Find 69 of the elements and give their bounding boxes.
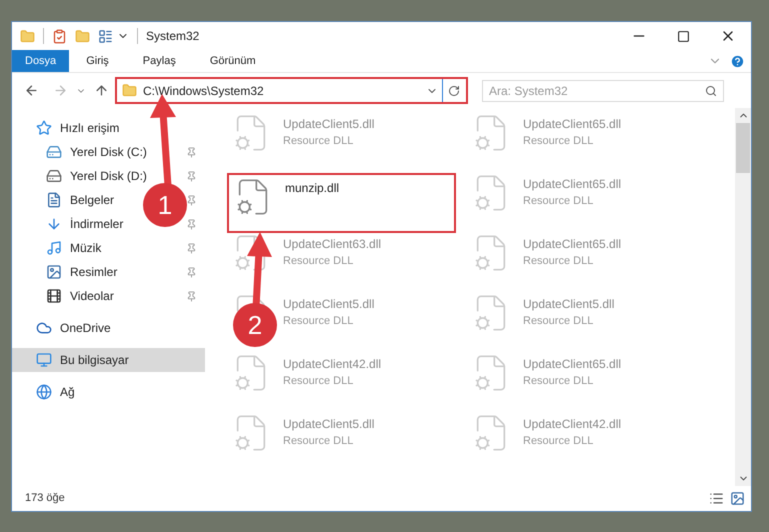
file-tab[interactable]: Dosya [12, 50, 70, 72]
folder-icon [122, 83, 137, 98]
file-name: UpdateClient65.dll [523, 356, 622, 373]
file-name: UpdateClient5.dll [283, 416, 374, 433]
document-icon [46, 192, 62, 208]
file-name: UpdateClient42.dll [523, 416, 622, 433]
large-icons-view-icon[interactable] [730, 491, 745, 506]
item-count: 173 öğe [25, 491, 65, 506]
file-type: Resource DLL [283, 254, 354, 269]
view-icon[interactable] [98, 28, 113, 44]
nav-item[interactable]: Resimler [70, 263, 118, 281]
file-type: Resource DLL [523, 434, 594, 449]
details-view-icon[interactable] [709, 491, 724, 506]
nav-item[interactable]: Bu bilgisayar [60, 351, 129, 369]
nav-item[interactable]: Videolar [70, 287, 114, 305]
file-name: UpdateClient5.dll [523, 296, 614, 313]
nav-item[interactable]: Yerel Disk (C:) [70, 143, 147, 161]
search-field[interactable]: Ara: System32 [482, 80, 724, 102]
refresh-icon[interactable] [448, 84, 460, 96]
nav-item[interactable]: İndirmeler [70, 215, 124, 233]
star-icon [36, 120, 52, 136]
ribbon-tab[interactable]: Giriş [69, 50, 126, 72]
ribbon-tab[interactable]: Paylaş [126, 50, 193, 72]
drive-icon [46, 168, 62, 184]
download-icon [46, 216, 62, 232]
scroll-thumb[interactable] [736, 123, 750, 173]
file-name: UpdateClient65.dll [523, 116, 622, 133]
nav-item[interactable]: Müzik [70, 239, 102, 257]
file-name: UpdateClient65.dll [523, 236, 622, 253]
file-name: UpdateClient5.dll [283, 296, 374, 313]
nav-item[interactable]: OneDrive [60, 319, 111, 337]
file-type: Resource DLL [283, 134, 354, 149]
file-type: Resource DLL [283, 314, 354, 329]
file-type: Resource DLL [523, 134, 594, 149]
properties-icon[interactable] [52, 28, 67, 44]
file-name: UpdateClient5.dll [283, 116, 374, 133]
help-icon[interactable] [730, 54, 745, 68]
music-note-icon [46, 240, 62, 256]
file-name: munzip.dll [285, 180, 340, 197]
scrollbar[interactable] [735, 108, 751, 486]
maximize-icon[interactable] [677, 30, 690, 42]
nav-item[interactable]: Hızlı erişim [60, 119, 120, 137]
file-type: Resource DLL [523, 374, 594, 389]
address-path: C:\Windows\System32 [143, 82, 265, 100]
globe-icon [36, 384, 52, 400]
file-type: Resource DLL [283, 374, 354, 389]
file-type: Resource DLL [523, 254, 594, 269]
highlight-frame[interactable]: munzip.dll [227, 173, 456, 233]
window-title: System32 [146, 28, 200, 45]
file-name: UpdateClient65.dll [523, 176, 622, 193]
address-field[interactable]: C:\Windows\System32 [115, 77, 468, 104]
nav-item[interactable]: Ağ [60, 383, 75, 401]
search-icon [705, 84, 717, 96]
file-name: UpdateClient63.dll [283, 236, 382, 253]
file-type: Resource DLL [523, 194, 594, 209]
search-input[interactable]: Ara: System32 [489, 82, 705, 100]
ribbon-tab[interactable]: Görünüm [192, 50, 273, 72]
nav-item[interactable]: Yerel Disk (D:) [70, 167, 147, 185]
file-type: Resource DLL [283, 434, 354, 449]
film-icon [46, 288, 62, 304]
drive-icon [46, 144, 62, 160]
cloud-icon [36, 320, 52, 336]
picture-icon [46, 264, 62, 280]
up-icon[interactable] [94, 83, 109, 98]
file-type: Resource DLL [523, 314, 594, 329]
monitor-icon [36, 352, 52, 368]
nav-item[interactable]: Belgeler [70, 191, 114, 209]
file-name: UpdateClient42.dll [283, 356, 382, 373]
back-icon[interactable] [24, 83, 39, 98]
